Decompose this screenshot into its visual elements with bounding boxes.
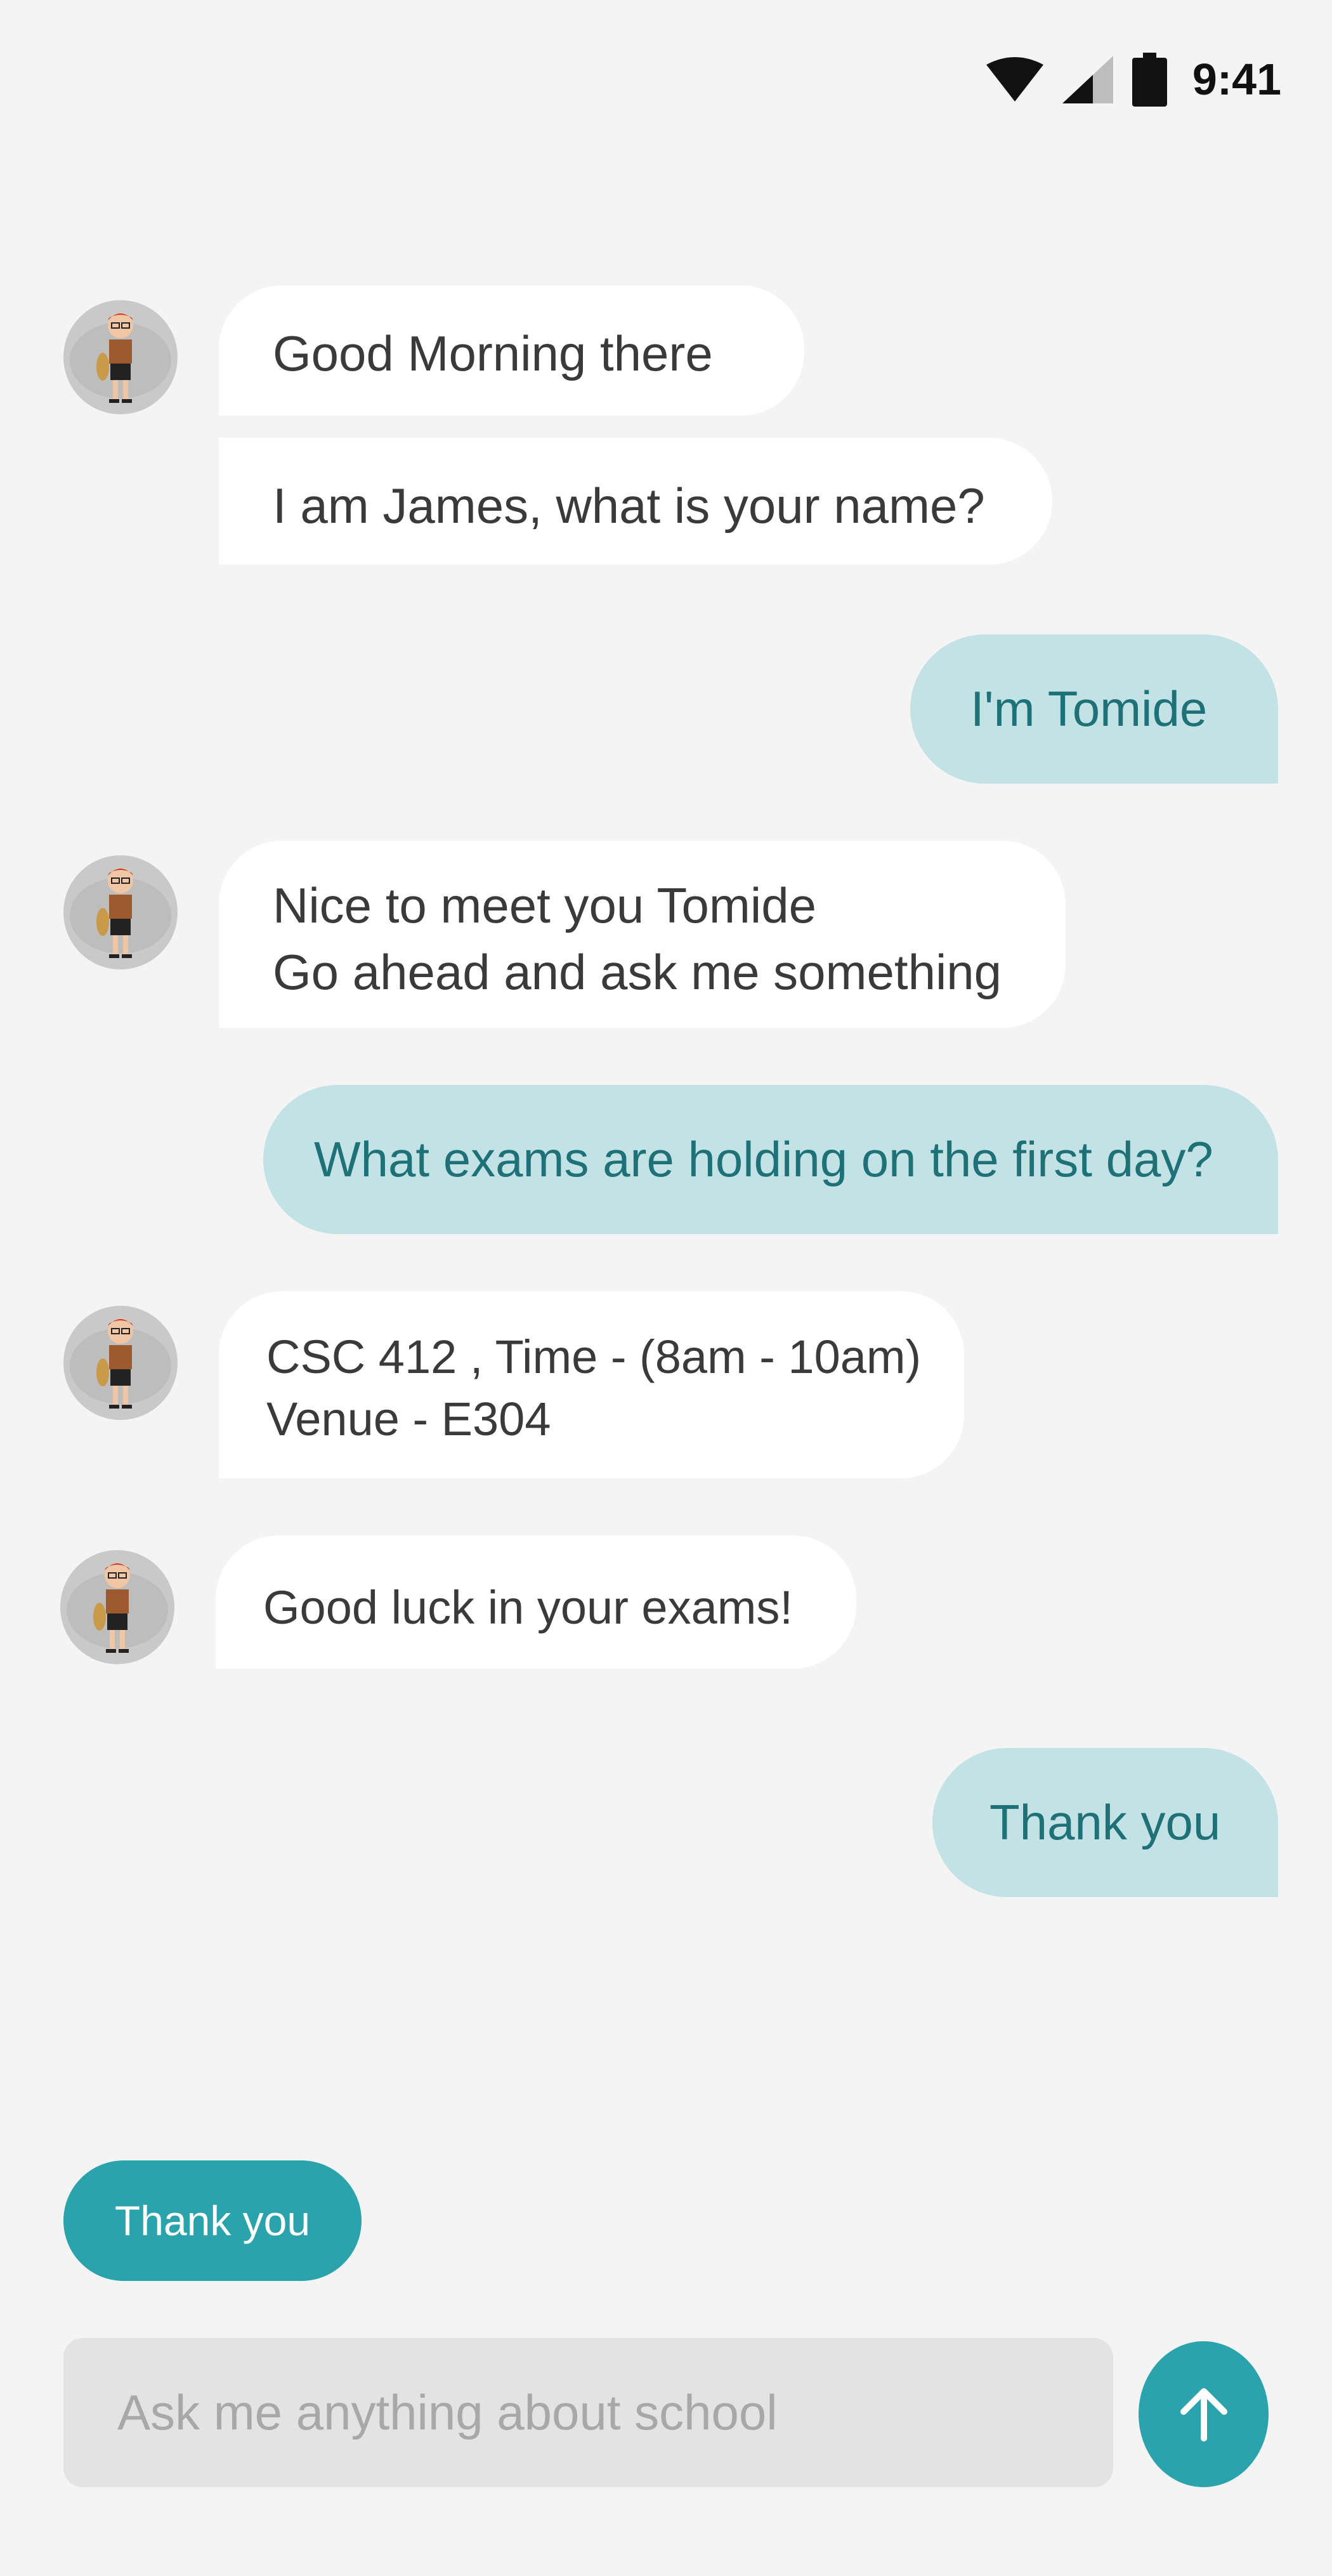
status-bar: 9:41 <box>0 0 1332 152</box>
message-text: What exams are holding on the first day? <box>314 1131 1213 1187</box>
message-text-line: Go ahead and ask me something <box>273 944 1002 1000</box>
message-text: Good luck in your exams! <box>263 1581 793 1634</box>
message-input[interactable]: Ask me anything about school <box>63 2338 1113 2487</box>
student-avatar-icon <box>70 868 171 958</box>
message-text: I am James, what is your name? <box>273 478 985 534</box>
user-message: What exams are holding on the first day? <box>263 1085 1278 1234</box>
student-avatar-icon <box>70 1318 171 1409</box>
bot-message: I am James, what is your name? <box>219 438 1052 565</box>
battery-icon <box>1132 52 1167 107</box>
quick-reply-label: Thank you <box>114 2197 311 2244</box>
bot-avatar <box>63 855 178 969</box>
bot-message: Good Morning there <box>219 286 804 416</box>
user-message: I'm Tomide <box>910 634 1278 784</box>
bot-avatar <box>63 300 178 414</box>
input-placeholder: Ask me anything about school <box>117 2384 778 2440</box>
quick-reply-button[interactable]: Thank you <box>63 2160 362 2281</box>
send-button[interactable] <box>1139 2341 1269 2487</box>
student-avatar-icon <box>67 1563 168 1653</box>
status-icons: 9:41 <box>967 51 1281 108</box>
arrow-up-icon <box>1180 2388 1227 2441</box>
wifi-icon <box>986 57 1043 102</box>
message-text-line: CSC 412 , Time - (8am - 10am) <box>266 1331 922 1383</box>
message-text: Good Morning there <box>273 325 713 381</box>
user-message: Thank you <box>932 1748 1278 1897</box>
message-text-line: Nice to meet you Tomide <box>273 877 816 933</box>
bot-avatar <box>60 1550 174 1664</box>
student-avatar-icon <box>70 313 171 403</box>
signal-icon <box>1062 55 1113 103</box>
message-text-line: Venue - E304 <box>266 1393 551 1445</box>
message-text: Thank you <box>989 1794 1221 1850</box>
bot-message: Nice to meet you Tomide Go ahead and ask… <box>219 841 1066 1028</box>
bot-message: CSC 412 , Time - (8am - 10am) Venue - E3… <box>219 1291 964 1478</box>
bot-message: Good luck in your exams! <box>216 1535 856 1669</box>
bot-avatar <box>63 1306 178 1420</box>
status-time: 9:41 <box>1192 55 1281 104</box>
message-text: I'm Tomide <box>970 681 1208 737</box>
